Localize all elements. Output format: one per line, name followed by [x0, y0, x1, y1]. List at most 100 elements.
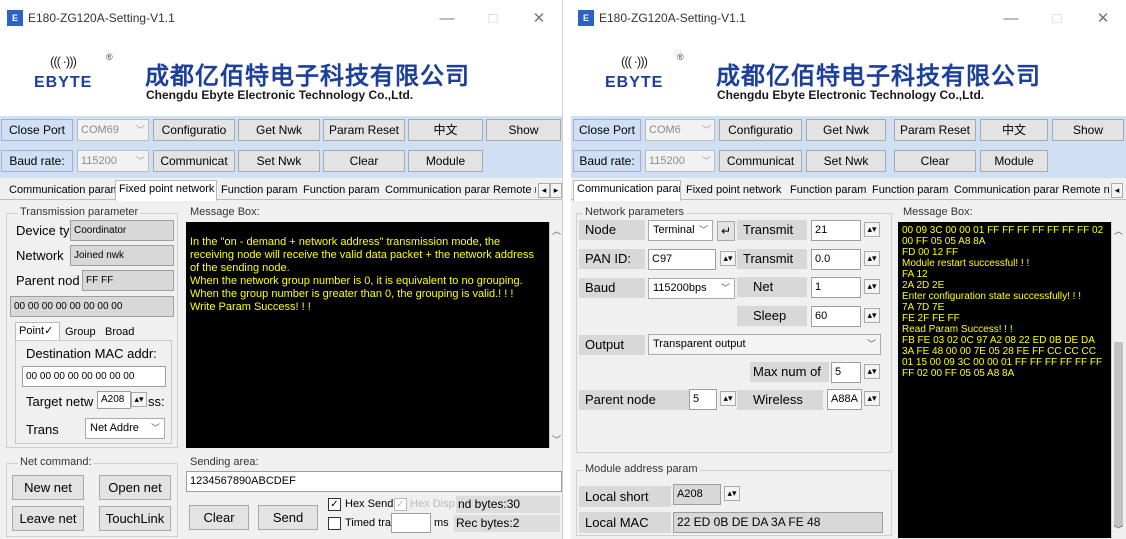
tab-fixed-point-network[interactable]: Fixed point network: [683, 182, 787, 200]
send-clear-button[interactable]: Clear: [189, 505, 249, 530]
maximize-icon[interactable]: □: [1034, 10, 1080, 27]
hex-send-checkbox[interactable]: ✓: [328, 498, 341, 511]
timed-interval-input[interactable]: [391, 513, 431, 533]
destination-mac-input[interactable]: 00 00 00 00 00 00 00 00: [22, 366, 166, 387]
chevron-down-icon: ﹀: [135, 125, 145, 135]
param-reset-button[interactable]: Param Reset: [894, 119, 976, 141]
sending-area-label: Sending area:: [188, 456, 261, 468]
scroll-down-icon[interactable]: ﹀: [552, 433, 561, 446]
net-spinner-icon[interactable]: ▴▾: [864, 279, 880, 294]
tab-communication-param-2[interactable]: Communication param: [951, 182, 1059, 200]
net-input[interactable]: 1: [811, 277, 861, 298]
close-icon[interactable]: ✕: [516, 9, 562, 27]
parent-node-input[interactable]: 5: [689, 389, 717, 410]
tab-scroll-icon[interactable]: ◂: [1111, 183, 1123, 198]
tab-function-param-2[interactable]: Function param: [300, 182, 382, 200]
scroll-thumb[interactable]: [1114, 342, 1123, 527]
trans-mode-select[interactable]: Net Addre ﹀: [85, 418, 165, 439]
close-icon[interactable]: ✕: [1080, 9, 1126, 27]
baud-select[interactable]: 115200 ﹀: [77, 150, 149, 172]
clear-button[interactable]: Clear: [323, 150, 405, 172]
configuration-button[interactable]: Configuratio: [719, 119, 802, 141]
baud-rate-select[interactable]: 115200bps ﹀: [648, 278, 735, 299]
minimize-icon[interactable]: —: [424, 10, 470, 27]
open-net-button[interactable]: Open net: [99, 475, 171, 500]
target-spinner-icon[interactable]: ▴▾: [131, 392, 147, 407]
set-nwk-button[interactable]: Set Nwk: [238, 150, 320, 172]
clear-button[interactable]: Clear: [894, 150, 976, 172]
timed-transmit-checkbox[interactable]: [328, 517, 341, 530]
module-address-label: Module address param: [583, 463, 700, 475]
module-button[interactable]: Module: [980, 150, 1048, 172]
tab-remote[interactable]: Remote n: [1059, 182, 1111, 200]
message-scrollbar[interactable]: ︿ ﹀: [549, 222, 562, 448]
max-num-input[interactable]: 5: [831, 362, 861, 383]
new-net-button[interactable]: New net: [12, 475, 84, 500]
tab-fixed-point-network[interactable]: Fixed point network: [115, 180, 217, 201]
tab-communication-param[interactable]: Communication param: [573, 180, 681, 201]
get-nwk-button[interactable]: Get Nwk: [806, 119, 886, 141]
local-short-spinner-icon[interactable]: ▴▾: [724, 486, 740, 501]
subtab-point[interactable]: Point✓: [15, 322, 60, 341]
port-select[interactable]: COM69 ﹀: [77, 119, 149, 141]
wireless-spinner-icon[interactable]: ▴▾: [864, 391, 880, 406]
language-button[interactable]: 中文: [980, 119, 1048, 141]
leave-net-button[interactable]: Leave net: [12, 506, 84, 531]
get-nwk-button[interactable]: Get Nwk: [238, 119, 320, 141]
message-box[interactable]: In the "on - demand + network address" t…: [186, 222, 549, 448]
sleep-input[interactable]: 60: [811, 306, 861, 327]
sending-input[interactable]: 1234567890ABCDEF: [186, 471, 562, 492]
tab-function-param[interactable]: Function param: [787, 182, 869, 200]
title-bar[interactable]: E E180-ZG120A-Setting-V1.1 — □ ✕: [571, 0, 1126, 36]
message-line: Write Param Success! ! !: [190, 301, 311, 313]
show-button[interactable]: Show: [486, 119, 561, 141]
max-num-spinner-icon[interactable]: ▴▾: [864, 364, 880, 379]
scroll-up-icon[interactable]: ︿: [1114, 224, 1123, 237]
scroll-down-icon[interactable]: ﹀: [1114, 523, 1123, 536]
baud-select[interactable]: 115200 ﹀: [645, 150, 715, 172]
pan-id-input[interactable]: C97: [648, 249, 716, 270]
maximize-icon[interactable]: □: [470, 10, 516, 27]
tab-scroll-left-icon[interactable]: ◂: [538, 183, 550, 198]
tab-communication-param[interactable]: Communication param: [6, 182, 116, 200]
transmit-power-spinner-icon[interactable]: ▴▾: [864, 222, 880, 237]
wireless-input[interactable]: A88A: [827, 389, 862, 410]
param-reset-button[interactable]: Param Reset: [323, 119, 405, 141]
configuration-button[interactable]: Configuratio: [153, 119, 235, 141]
tab-function-param-2[interactable]: Function param: [869, 182, 951, 200]
enter-icon[interactable]: ↵: [717, 221, 735, 241]
touchlink-button[interactable]: TouchLink: [99, 506, 171, 531]
output-mode-select[interactable]: Transparent output ﹀: [648, 334, 881, 355]
pan-id-spinner-icon[interactable]: ▴▾: [720, 251, 736, 266]
transmit-power-input[interactable]: 21: [811, 220, 861, 241]
message-box[interactable]: 00 09 3C 00 00 01 FF FF FF FF FF FF FF 0…: [898, 222, 1111, 538]
minimize-icon[interactable]: —: [988, 10, 1034, 27]
app-icon: E: [7, 10, 23, 26]
tab-function-param[interactable]: Function param: [218, 182, 300, 200]
module-button[interactable]: Module: [408, 150, 483, 172]
sleep-spinner-icon[interactable]: ▴▾: [864, 308, 880, 323]
target-network-input[interactable]: A208: [97, 391, 131, 409]
transmit-interval-spinner-icon[interactable]: ▴▾: [864, 251, 880, 266]
communication-button[interactable]: Communicat: [719, 150, 802, 172]
communication-button[interactable]: Communicat: [153, 150, 235, 172]
language-button[interactable]: 中文: [408, 119, 483, 141]
close-port-button[interactable]: Close Port: [1, 119, 73, 141]
close-port-button[interactable]: Close Port: [573, 119, 641, 141]
transmit-interval-input[interactable]: 0.0: [811, 249, 861, 270]
set-nwk-button[interactable]: Set Nwk: [806, 150, 886, 172]
parent-node-label: Parent nod: [16, 273, 80, 288]
scroll-up-icon[interactable]: ︿: [552, 224, 561, 237]
tab-communication-param-2[interactable]: Communication param: [382, 182, 490, 200]
baud-value: 115200: [649, 155, 685, 167]
hex-display-checkbox[interactable]: ✓: [394, 498, 407, 511]
show-button[interactable]: Show: [1052, 119, 1124, 141]
port-select[interactable]: COM6 ﹀: [645, 119, 715, 141]
title-bar[interactable]: E E180-ZG120A-Setting-V1.1 — □ ✕: [0, 0, 562, 36]
parent-node-spinner-icon[interactable]: ▴▾: [720, 391, 736, 406]
tab-remote[interactable]: Remote n: [490, 182, 536, 200]
tab-scroll-right-icon[interactable]: ▸: [550, 183, 562, 198]
node-select[interactable]: Terminal ﹀: [648, 220, 713, 241]
send-button[interactable]: Send: [258, 505, 318, 530]
message-scrollbar[interactable]: ︿ ﹀: [1111, 222, 1125, 538]
